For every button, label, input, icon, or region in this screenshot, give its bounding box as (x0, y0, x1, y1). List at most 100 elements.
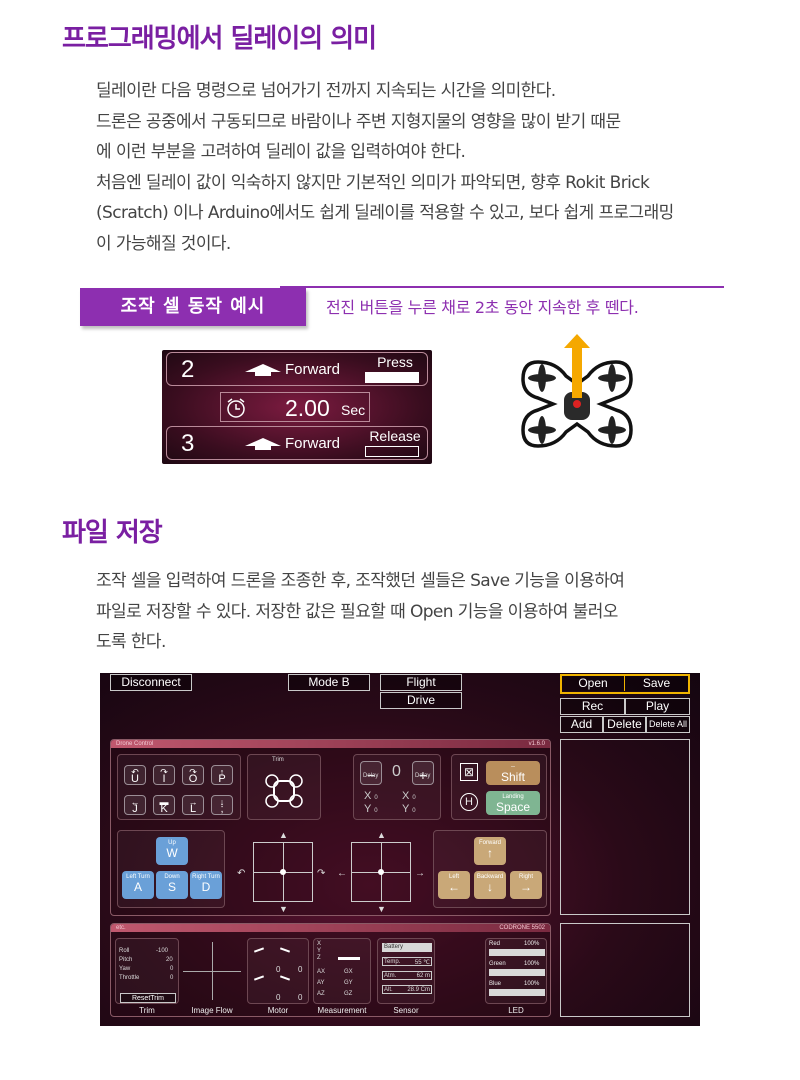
panel-title: etc. (116, 925, 126, 931)
arrow-up-icon: ▲ (279, 830, 288, 840)
alarm-clock-icon (227, 398, 245, 418)
example-label: 조작 셀 동작 예시 (80, 288, 306, 326)
paragraph-line: 조작 셀을 입력하여 드론을 조종한 후, 조작했던 셀들은 Save 기능을 … (96, 571, 625, 591)
key-s[interactable]: Down S (156, 871, 188, 899)
section-label-image-flow: Image Flow (191, 1006, 233, 1015)
example-caption: 전진 버튼을 누른 채로 2초 동안 지속한 후 뗀다. (326, 298, 639, 317)
paragraph-line: 도록 한다. (96, 632, 166, 652)
example-bar: 조작 셀 동작 예시 전진 버튼을 누른 채로 2초 동안 지속한 후 뗀다. (80, 286, 724, 326)
image-flow-view (183, 942, 241, 1000)
add-button[interactable]: Add (560, 716, 603, 733)
delay-group: Delay − 0 Delay + X 0Y 0 X 0Y 0 (353, 754, 441, 820)
shift-space-group: ⊠ -- Shift H Landing Space (451, 754, 547, 820)
cell-action: Press (377, 354, 413, 370)
panel-header: Drone Control v1.6.0 (111, 740, 550, 748)
grid-icon[interactable]: ⊠ (460, 763, 478, 781)
xy-readout-1: X 0Y 0 (364, 790, 378, 815)
key-u[interactable]: ↶ U (124, 765, 146, 785)
arrow-left-icon: ← (337, 868, 347, 879)
mode-button[interactable]: Mode B (288, 674, 370, 691)
drone-backward-icon: ▼ (377, 904, 386, 914)
right-joystick-pad[interactable] (351, 842, 411, 902)
paragraph-line: (Scratch) 이나 Arduino에서도 쉽게 딜레이를 적용할 수 있고… (96, 203, 674, 223)
cell-direction: Forward (285, 435, 341, 452)
left-key[interactable]: Left ← (438, 871, 470, 899)
motor-gauge (279, 947, 291, 953)
rotate-right-icon: ↷ (189, 767, 197, 777)
delay-minus-button[interactable]: Delay − (360, 761, 382, 785)
trim-values: Roll -100 Pitch 20 Yaw 0 Throttle 0 ResetTri… (115, 938, 179, 1004)
paragraph-line: 이 가능해질 것이다. (96, 233, 231, 254)
timer-value: 2.00 (285, 395, 330, 421)
save-button[interactable]: Save (625, 676, 688, 691)
temp-field: Temp. 55 ℃ (382, 957, 432, 966)
cell-list-panel[interactable] (560, 739, 690, 915)
xy-readout-2: X 0Y 0 (402, 790, 416, 815)
forward-key[interactable]: Forward ↑ (474, 837, 506, 865)
cell-direction: Forward (285, 361, 341, 378)
paragraph-line: 딜레이란 다음 명령으로 넘어가기 전까지 지속되는 시간을 의미한다. (96, 81, 556, 101)
arrow-up-icon: ↑ (219, 767, 225, 777)
backward-key[interactable]: Backward ↓ (474, 871, 506, 899)
open-button[interactable]: Open (562, 676, 625, 691)
paragraph-line: 드론은 공중에서 구동되므로 바람이나 주변 지형지물의 영향을 많이 받기 때… (96, 111, 621, 132)
key-a[interactable]: Left Turn A (122, 871, 154, 899)
motor-values: 00 00 (247, 938, 309, 1004)
key-j[interactable]: ← J (124, 795, 146, 815)
key-w[interactable]: Up W (156, 837, 188, 865)
panel-version: v1.6.0 (528, 741, 545, 747)
paragraph-line: 처음엔 딜레이 값이 익숙하지 않지만 기본적인 의미가 파악되면, 향후 Ro… (96, 172, 650, 193)
forward-arrow-icon (245, 438, 281, 450)
cell-action: Release (369, 428, 421, 444)
section-label-sensor: Sensor (393, 1006, 419, 1015)
key-p[interactable]: ↑ P (211, 765, 233, 785)
right-stick-keys: Forward ↑ Left ← Backward ↓ Right → (433, 830, 547, 908)
drone-trim-icon[interactable] (264, 773, 304, 809)
paragraph-line: 에 이런 부분을 고려하여 딜레이 값을 입력하여야 한다. (96, 142, 466, 162)
key-l[interactable]: → L (182, 795, 204, 815)
divider (280, 286, 724, 288)
key-group-arrows: ↶ U ↷ I ↷ O ↑ P ← J ▬ K → L ↓; (117, 754, 241, 820)
blue-slider[interactable] (489, 989, 545, 996)
flight-button[interactable]: Flight (380, 674, 462, 691)
key-o[interactable]: ↷ O (182, 765, 204, 785)
play-button[interactable]: Play (625, 698, 690, 715)
z-bar (338, 957, 360, 960)
reset-trim-button[interactable]: ResetTrim (120, 993, 176, 1003)
key-d[interactable]: Right Turn D (190, 871, 222, 899)
cell-list-panel-secondary[interactable] (560, 923, 690, 1017)
red-slider[interactable] (489, 949, 545, 956)
delay-description: 딜레이란 다음 명령으로 넘어가기 전까지 지속되는 시간을 의미한다. 드론은… (96, 76, 674, 259)
arrow-right-icon: → (188, 797, 198, 807)
motor-gauge (253, 975, 265, 981)
rotate-right-icon: ↷ (160, 767, 168, 777)
panel-title: Drone Control (116, 741, 154, 747)
left-stick-keys: Up W Left Turn A Down S Right Turn D (117, 830, 225, 908)
delay-plus-button[interactable]: Delay + (412, 761, 434, 785)
shift-button[interactable]: -- Shift (486, 761, 540, 785)
arrow-left-icon: ← (130, 797, 140, 807)
timer-unit: Sec (341, 402, 366, 418)
rec-button[interactable]: Rec (560, 698, 625, 715)
drone-forward-icon: ▲ (377, 830, 386, 840)
alt-field: Alt. 28.9 Cm (382, 985, 432, 994)
arrow-right-icon: → (415, 868, 425, 879)
delete-all-button[interactable]: Delete All (646, 716, 690, 733)
sensor-values: Battery Temp. 55 ℃ Atm. 62 m Alt. 28.9 Cm (377, 938, 435, 1004)
trim-label: Trim (272, 757, 284, 763)
landing-button[interactable]: Landing Space (486, 791, 540, 815)
disconnect-button[interactable]: Disconnect (110, 674, 192, 691)
green-slider[interactable] (489, 969, 545, 976)
key-k[interactable]: ▬ K (153, 795, 175, 815)
left-joystick-pad[interactable] (253, 842, 313, 902)
drone-control-app: Disconnect Mode B Flight Drive Open Save… (100, 673, 700, 1026)
key-i[interactable]: ↷ I (153, 765, 175, 785)
right-key[interactable]: Right → (510, 871, 542, 899)
battery-bar: Battery (382, 943, 432, 952)
release-indicator (365, 446, 419, 457)
helipad-icon[interactable]: H (460, 793, 478, 811)
delete-button[interactable]: Delete (603, 716, 646, 733)
key-semicolon[interactable]: ↓; (211, 795, 233, 815)
drive-button[interactable]: Drive (380, 692, 462, 709)
atm-field: Atm. 62 m (382, 971, 432, 980)
